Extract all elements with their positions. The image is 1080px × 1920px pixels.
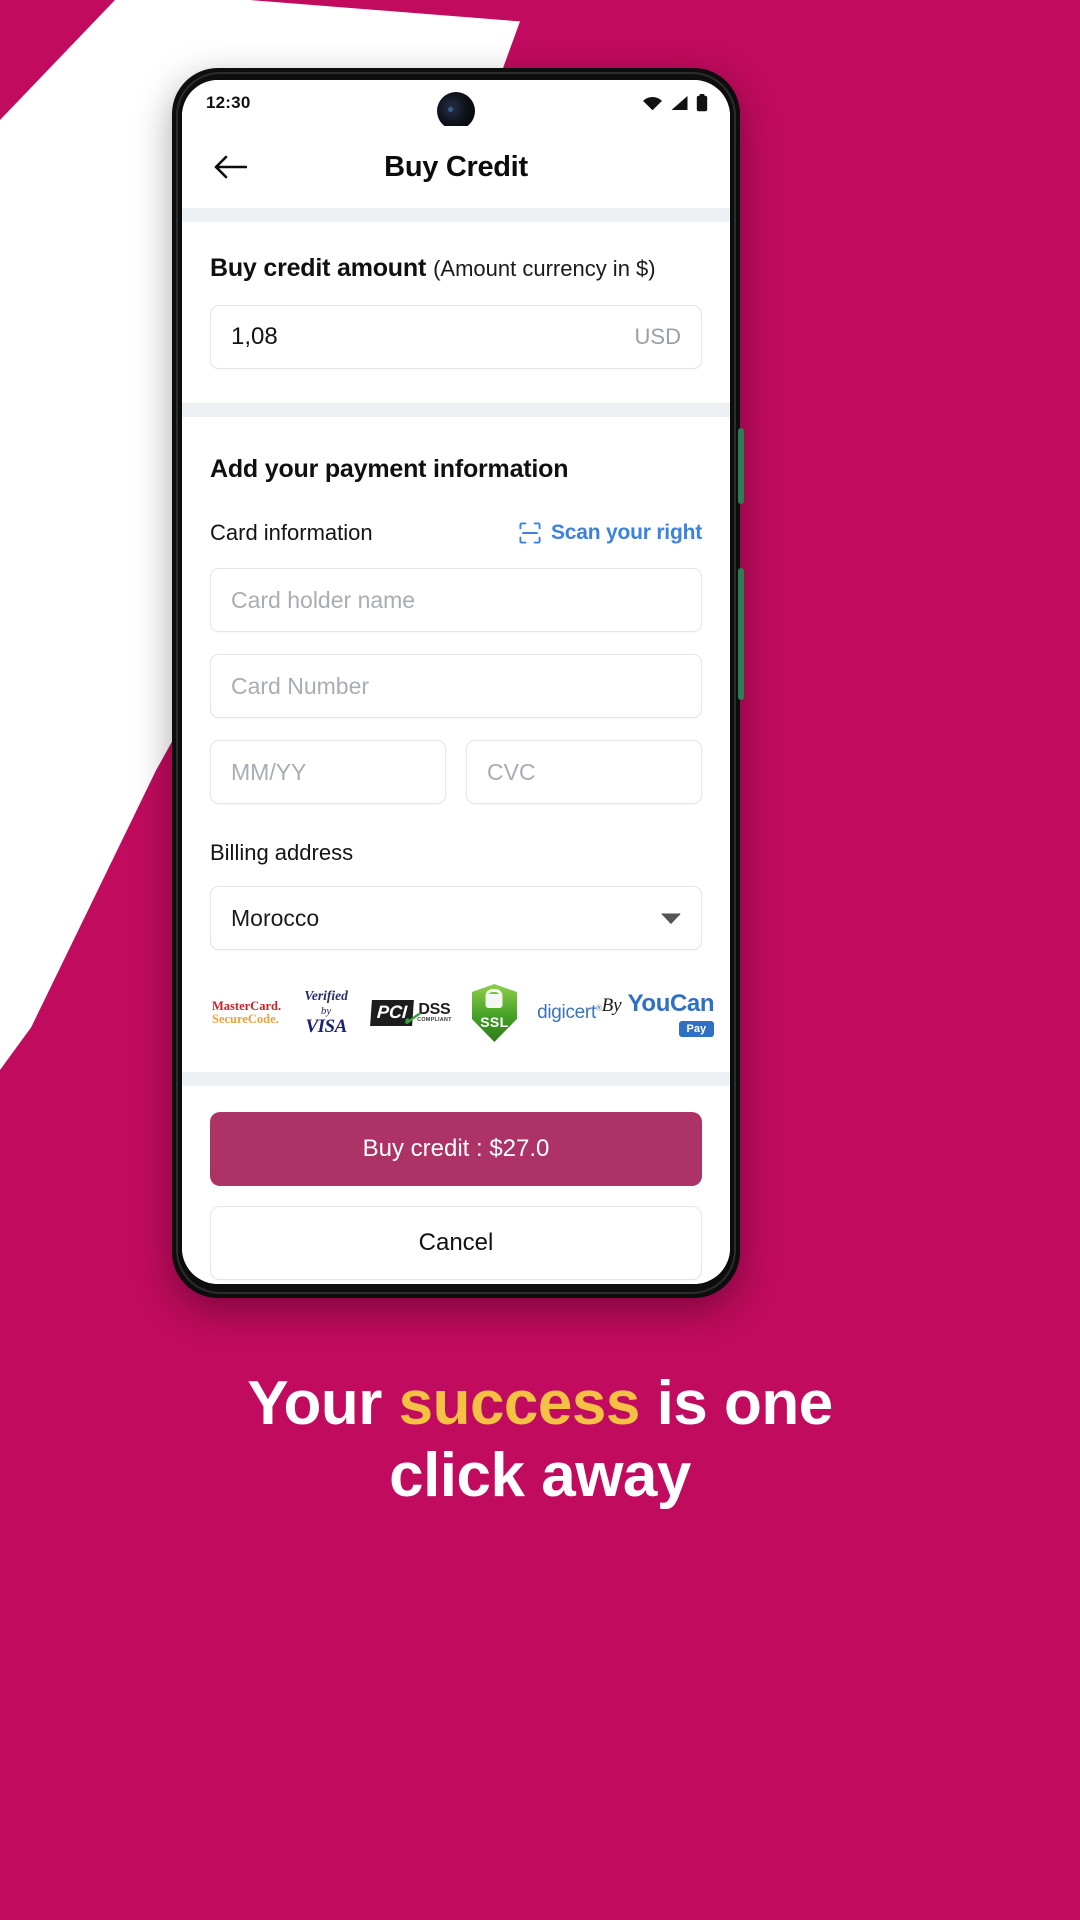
scan-card-button[interactable]: Scan your right xyxy=(519,521,702,545)
chevron-down-icon xyxy=(661,912,681,924)
payment-information-card: Add your payment information Card inform… xyxy=(182,417,730,1072)
amount-input-value: 1,08 xyxy=(231,323,278,350)
tagline-line2: click away xyxy=(389,1440,691,1510)
cvc-placeholder: CVC xyxy=(487,758,536,785)
status-bar: 12:30 xyxy=(182,80,730,130)
cancel-button[interactable]: Cancel xyxy=(210,1206,702,1280)
billing-country-value: Morocco xyxy=(231,904,320,931)
card-holder-name-placeholder: Card holder name xyxy=(231,586,416,613)
expiry-date-input[interactable]: MM/YY xyxy=(210,740,446,804)
page-title: Buy Credit xyxy=(384,150,528,183)
wifi-icon xyxy=(643,97,662,111)
lock-shield-icon xyxy=(471,984,518,1042)
back-button[interactable] xyxy=(208,145,252,189)
device-side-button-volume[interactable] xyxy=(738,428,744,504)
cellular-signal-icon xyxy=(671,96,688,110)
amount-currency-suffix: USD xyxy=(634,324,681,349)
pci-dss-badge: PCI ✓ DSS COMPLIANT xyxy=(370,1000,452,1032)
tagline-part1: Your xyxy=(247,1369,399,1438)
amount-heading-row: Buy credit amount (Amount currency in $) xyxy=(210,222,702,283)
battery-icon xyxy=(696,94,708,112)
visa-by-word: by xyxy=(320,1004,332,1017)
phone-device-frame: 12:30 Buy Credit Buy credit amount (Amou… xyxy=(172,68,744,1298)
section-divider-top xyxy=(182,208,730,222)
billing-country-select[interactable]: Morocco xyxy=(210,886,702,950)
buy-credit-amount-card: Buy credit amount (Amount currency in $)… xyxy=(182,222,730,403)
cvc-input[interactable]: CVC xyxy=(466,740,702,804)
tagline-highlight: success xyxy=(398,1369,641,1438)
amount-input[interactable]: 1,08 USD xyxy=(210,305,702,369)
amount-heading: Buy credit amount xyxy=(210,254,427,282)
mastercard-line2: SecureCode. xyxy=(212,1012,279,1026)
expiry-date-placeholder: MM/YY xyxy=(231,758,307,785)
trust-badges-row: MasterCard. SecureCode. Verified by VISA… xyxy=(210,950,715,1072)
status-bar-icons xyxy=(642,94,708,112)
trust-badges-group: MasterCard. SecureCode. Verified by VISA… xyxy=(212,984,602,1042)
visa-wordmark: VISA xyxy=(305,1016,347,1038)
mastercard-securecode-badge: MasterCard. SecureCode. xyxy=(212,1000,281,1026)
payment-provider-logo: By YouCan Pay xyxy=(602,990,715,1037)
amount-subheading: (Amount currency in $) xyxy=(433,256,656,281)
dss-text: DSS xyxy=(418,1001,451,1019)
provider-wordmark: YouCan xyxy=(627,989,715,1017)
scroll-content[interactable]: Buy credit amount (Amount currency in $)… xyxy=(182,208,730,1284)
ssl-secure-badge: SSL xyxy=(471,984,518,1042)
provider-by-word: By xyxy=(601,994,622,1016)
expiry-cvc-row: MM/YY CVC xyxy=(210,740,702,804)
status-bar-time: 12:30 xyxy=(206,93,251,112)
card-number-input[interactable]: Card Number xyxy=(210,654,702,718)
bottom-action-bar: Buy credit : $27.0 Cancel xyxy=(182,1086,730,1284)
dss-compliant-text: COMPLIANT xyxy=(417,1017,452,1024)
arrow-left-icon xyxy=(214,155,247,179)
card-number-placeholder: Card Number xyxy=(231,672,370,699)
payment-heading: Add your payment information xyxy=(210,455,569,483)
card-information-label: Card information xyxy=(210,520,373,545)
digicert-badge: digicert® xyxy=(537,1002,602,1023)
digicert-wordmark: digicert xyxy=(537,1002,596,1023)
marketing-tagline: Your success is one click away xyxy=(0,1368,1080,1512)
front-camera-punch-hole xyxy=(437,92,475,130)
scan-frame-icon xyxy=(519,522,541,544)
visa-verified-word: Verified xyxy=(304,987,348,1003)
phone-screen: 12:30 Buy Credit Buy credit amount (Amou… xyxy=(182,80,730,1284)
device-side-button-power[interactable] xyxy=(738,568,744,700)
section-divider-bottom xyxy=(182,1072,730,1086)
tagline-part2: is one xyxy=(639,1369,834,1438)
scan-card-label: Scan your right xyxy=(550,521,702,544)
billing-address-label: Billing address xyxy=(210,840,354,865)
section-divider-middle xyxy=(182,403,730,417)
provider-name-row: By YouCan xyxy=(602,990,715,1018)
dss-mark: DSS COMPLIANT xyxy=(417,1002,452,1024)
pci-mark: PCI ✓ xyxy=(370,1000,422,1032)
buy-credit-button[interactable]: Buy credit : $27.0 xyxy=(210,1112,702,1186)
app-bar: Buy Credit xyxy=(182,126,730,208)
verified-by-visa-badge: Verified by VISA xyxy=(301,987,351,1038)
provider-pay-chip: Pay xyxy=(678,1020,715,1037)
card-information-row: Card information Scan your right xyxy=(210,520,702,546)
card-holder-name-input[interactable]: Card holder name xyxy=(210,568,702,632)
ssl-label: SSL xyxy=(480,1014,509,1030)
